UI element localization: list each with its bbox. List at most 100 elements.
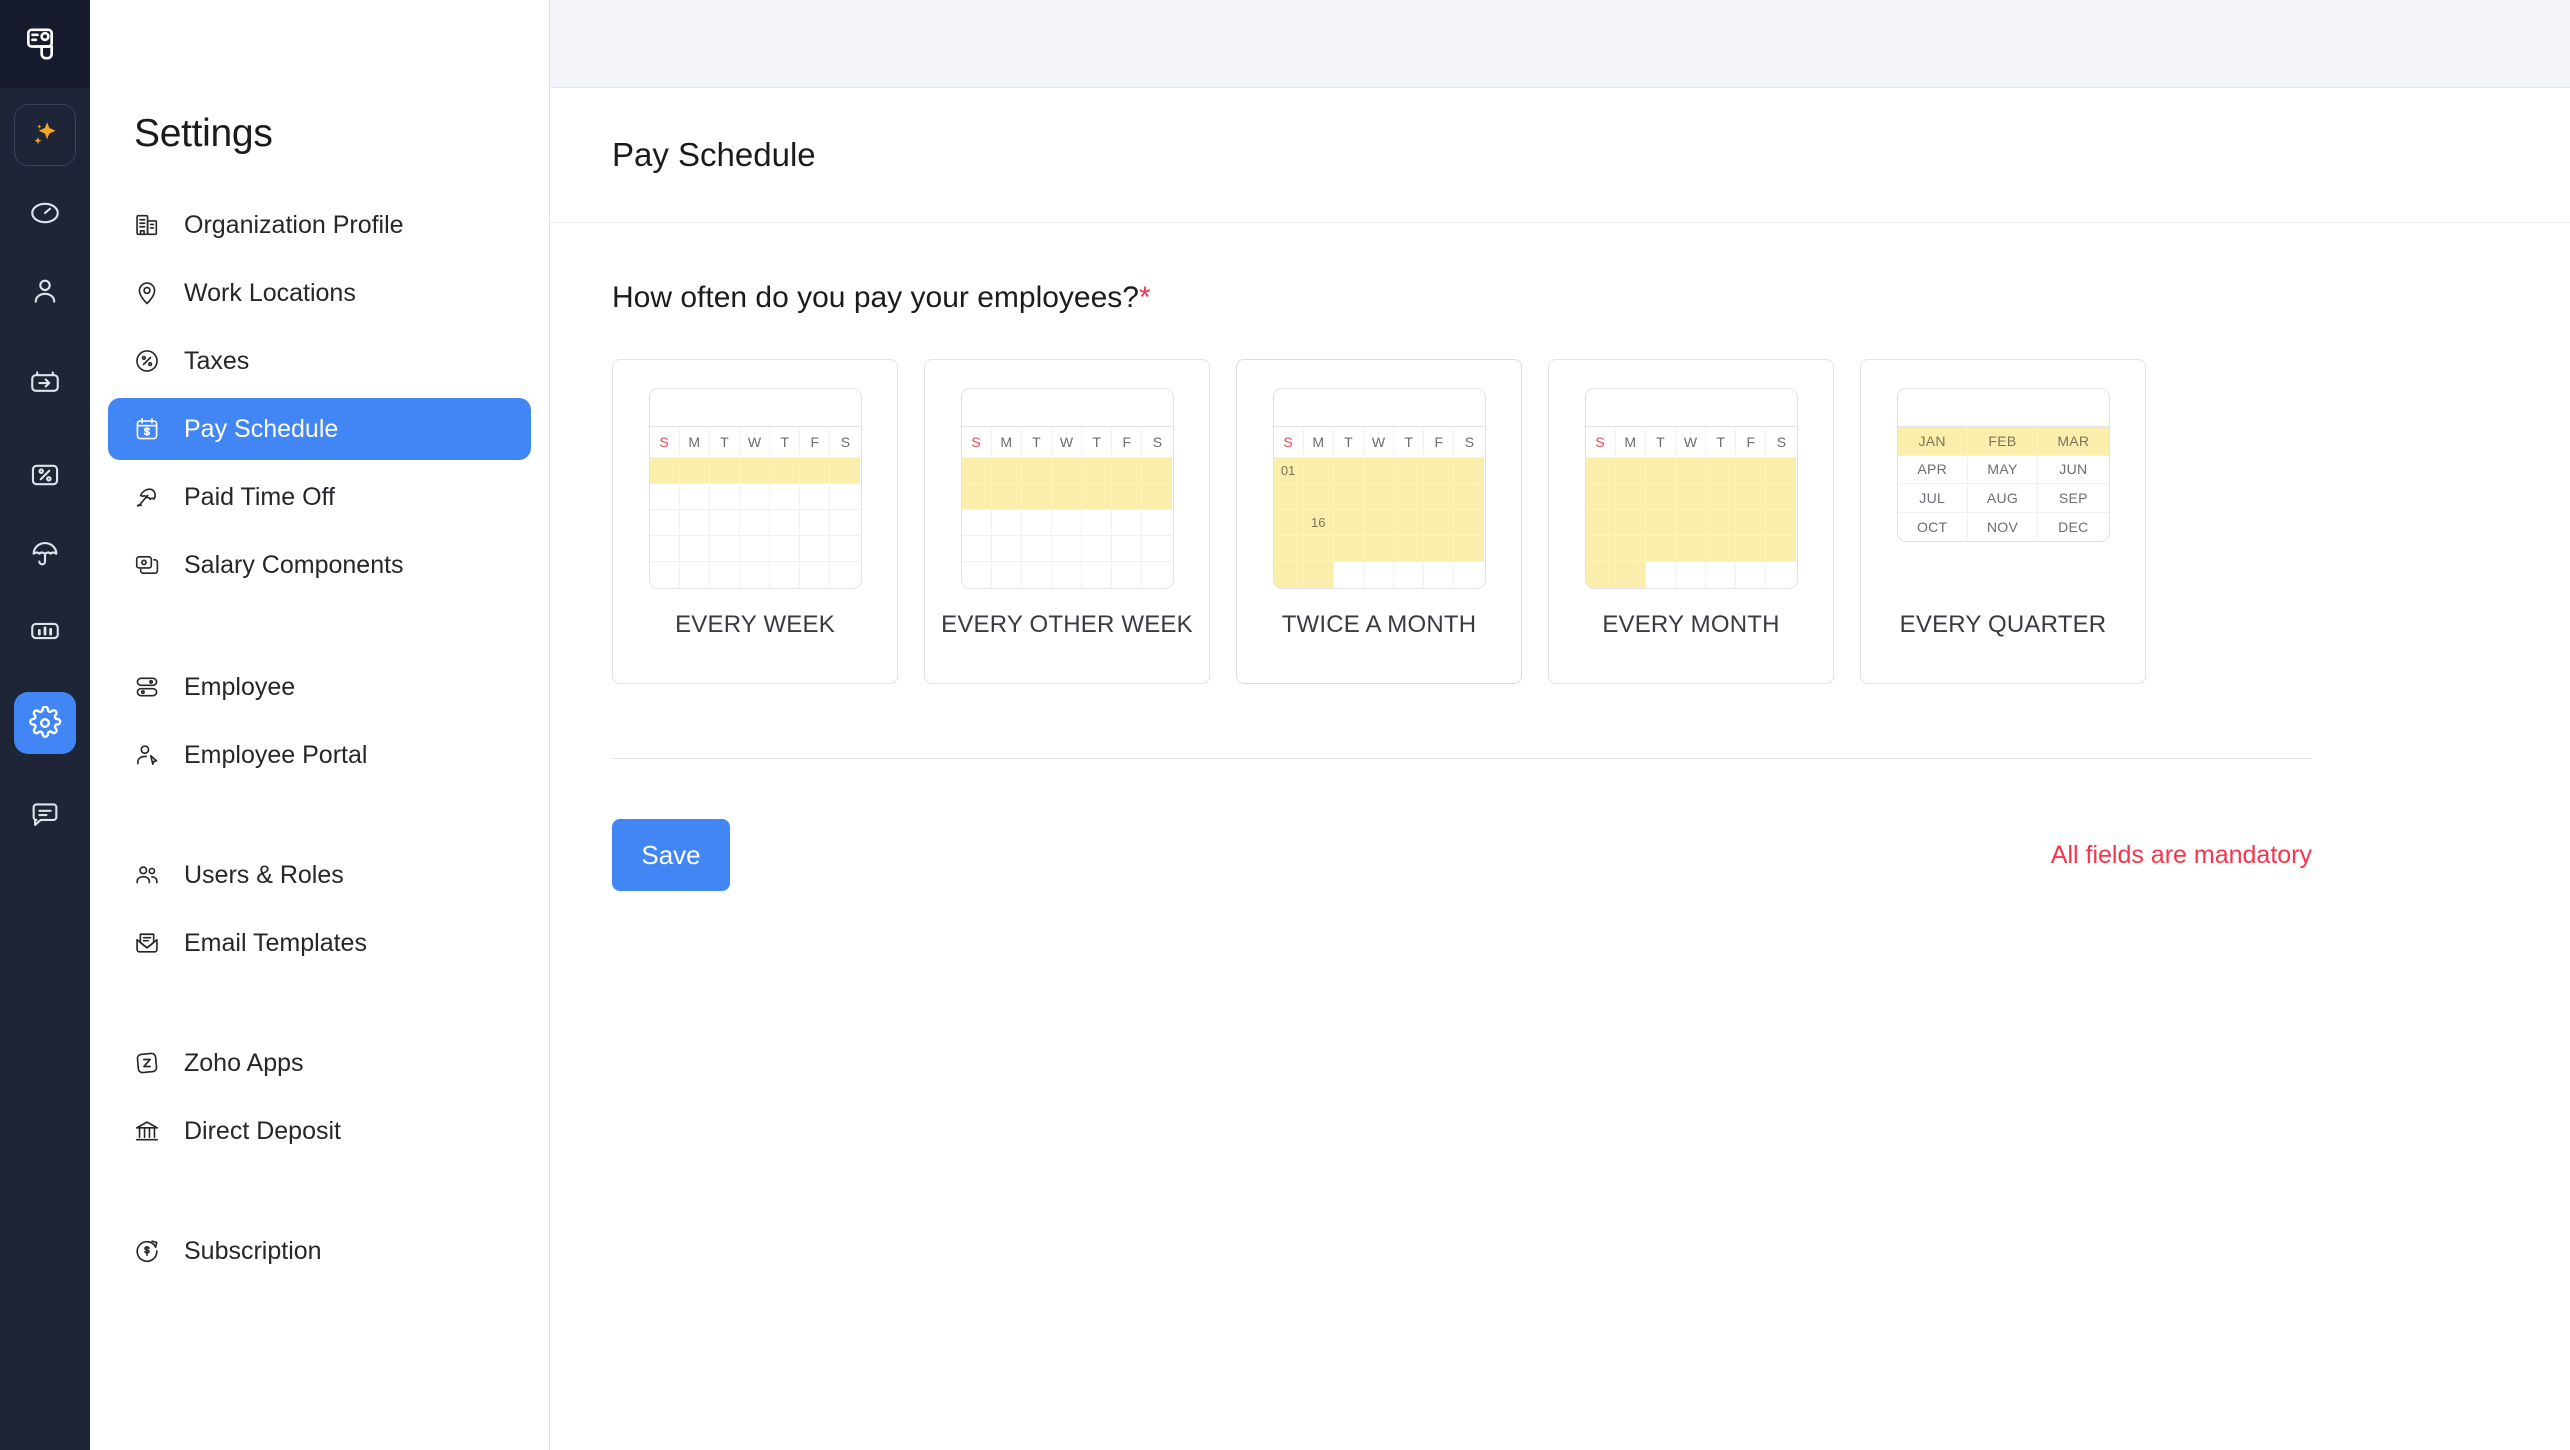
frequency-card-every-week[interactable]: SMTWTFS EVERY WEEK <box>612 359 898 684</box>
calendar-day-cell <box>1364 484 1394 510</box>
day-header-cell: M <box>680 427 710 458</box>
day-header-cell: S <box>1142 427 1172 458</box>
content-area: How often do you pay your employees?* SM… <box>550 223 2570 891</box>
users-group-icon <box>130 861 164 889</box>
sidebar-item-taxes[interactable]: Taxes <box>108 330 531 392</box>
page-title: Pay Schedule <box>612 136 816 174</box>
calendar-day-cell <box>1142 562 1172 588</box>
subscription-refresh-icon <box>130 1237 164 1265</box>
calendar-week-row <box>1586 484 1797 510</box>
calendar-month-cell: AUG <box>1968 484 2038 513</box>
calendar-day-cell <box>962 458 992 484</box>
calendar-day-cell <box>800 510 830 536</box>
calendar-day-cell <box>1274 536 1304 562</box>
frequency-card-label: EVERY OTHER WEEK <box>941 611 1193 639</box>
rail-item-pay-runs[interactable] <box>14 352 76 414</box>
calendar-day-cell <box>740 562 770 588</box>
sidebar-item-label: Pay Schedule <box>184 415 338 444</box>
nav-divider-gap-4 <box>90 1168 549 1220</box>
calendar-preview: SMTWTFS <box>649 388 862 589</box>
calendar-day-cell <box>1586 562 1616 588</box>
day-header-cell: T <box>1706 427 1736 458</box>
calendar-day-cell <box>1022 510 1052 536</box>
calendar-day-cell <box>1616 458 1646 484</box>
employee-rows-icon <box>130 673 164 701</box>
frequency-card-twice-a-month[interactable]: SMTWTFS0116TWICE A MONTH <box>1236 359 1522 684</box>
calendar-day-cell <box>1424 562 1454 588</box>
calendar-day-cell <box>1364 536 1394 562</box>
person-cursor-icon <box>130 741 164 769</box>
sidebar-item-subscription[interactable]: Subscription <box>108 1220 531 1282</box>
day-header-cell: S <box>962 427 992 458</box>
calendar-month-row: APRMAYJUN <box>1898 456 2109 485</box>
calendar-day-cell <box>1082 458 1112 484</box>
sidebar-item-zoho-apps[interactable]: Zoho Apps <box>108 1032 531 1094</box>
calendar-day-cell <box>1304 536 1334 562</box>
page-header: Pay Schedule <box>550 88 2570 223</box>
rail-item-ai[interactable] <box>14 104 76 166</box>
calendar-day-cell <box>830 458 860 484</box>
sidebar-item-label: Taxes <box>184 347 249 376</box>
calendar-day-cell <box>1112 562 1142 588</box>
calendar-day-cell <box>1334 458 1364 484</box>
calendar-week-row <box>1586 510 1797 536</box>
calendar-week-row: 01 <box>1274 458 1485 484</box>
frequency-card-label: EVERY WEEK <box>675 611 835 639</box>
calendar-day-cell <box>680 484 710 510</box>
rail-item-chat[interactable] <box>14 784 76 846</box>
rail-item-settings[interactable] <box>14 692 76 754</box>
sidebar-item-email-templates[interactable]: Email Templates <box>108 912 531 974</box>
calendar-day-cell <box>1022 562 1052 588</box>
calendar-preview: SMTWTFS <box>1585 388 1798 589</box>
rail-item-reports[interactable] <box>14 600 76 662</box>
sidebar-item-users-roles[interactable]: Users & Roles <box>108 844 531 906</box>
sidebar-item-organization-profile[interactable]: Organization Profile <box>108 194 531 256</box>
sidebar-item-employee[interactable]: Employee <box>108 656 531 718</box>
sidebar-item-paid-time-off[interactable]: Paid Time Off <box>108 466 531 528</box>
day-header-cell: S <box>1274 427 1304 458</box>
calendar-day-cell <box>992 458 1022 484</box>
day-header-cell: F <box>1424 427 1454 458</box>
calendar-day-headers: SMTWTFS <box>1586 427 1797 458</box>
calendar-day-cell <box>1706 536 1736 562</box>
rail-item-leave[interactable] <box>14 522 76 584</box>
calendar-day-cell <box>1616 484 1646 510</box>
sidebar-item-label: Subscription <box>184 1237 322 1266</box>
day-header-cell: T <box>1334 427 1364 458</box>
calendar-month-cell: APR <box>1898 456 1968 485</box>
calendar-day-cell <box>740 536 770 562</box>
calendar-day-cell <box>1766 484 1796 510</box>
calendar-day-cell <box>1364 562 1394 588</box>
main-content: Pay Schedule How often do you pay your e… <box>550 0 2570 1450</box>
rail-item-employees[interactable] <box>14 260 76 322</box>
calendar-title-bar <box>1898 389 2109 427</box>
calendar-day-cell <box>680 536 710 562</box>
sidebar-item-salary-components[interactable]: Salary Components <box>108 534 531 596</box>
rail-item-dashboard[interactable] <box>14 182 76 244</box>
frequency-card-every-other-week[interactable]: SMTWTFSEVERY OTHER WEEK <box>924 359 1210 684</box>
calendar-day-cell <box>740 510 770 536</box>
rail-item-taxes[interactable] <box>14 444 76 506</box>
calendar-day-cell <box>1052 562 1082 588</box>
sidebar-item-direct-deposit[interactable]: Direct Deposit <box>108 1100 531 1162</box>
calendar-day-cell <box>1082 536 1112 562</box>
section-divider <box>612 758 2312 759</box>
question-text: How often do you pay your employees? <box>612 281 1139 314</box>
sidebar-item-label: Work Locations <box>184 279 356 308</box>
calendar-day-cell <box>1304 458 1334 484</box>
calendar-day-cell <box>1334 484 1364 510</box>
calendar-preview: SMTWTFS0116 <box>1273 388 1486 589</box>
calendar-day-cell <box>830 510 860 536</box>
save-button[interactable]: Save <box>612 819 730 891</box>
sidebar-item-employee-portal[interactable]: Employee Portal <box>108 724 531 786</box>
sidebar-item-work-locations[interactable]: Work Locations <box>108 262 531 324</box>
calendar-title-bar <box>1274 389 1485 427</box>
app-logo[interactable] <box>0 0 90 88</box>
frequency-card-every-month[interactable]: SMTWTFSEVERY MONTH <box>1548 359 1834 684</box>
calendar-day-cell <box>1646 562 1676 588</box>
sidebar-item-pay-schedule[interactable]: Pay Schedule <box>108 398 531 460</box>
calendar-title-bar <box>1586 389 1797 427</box>
icon-rail <box>0 0 90 1450</box>
calendar-day-cell <box>1274 510 1304 536</box>
frequency-card-every-quarter[interactable]: JANFEBMARAPRMAYJUNJULAUGSEPOCTNOVDECEVER… <box>1860 359 2146 684</box>
